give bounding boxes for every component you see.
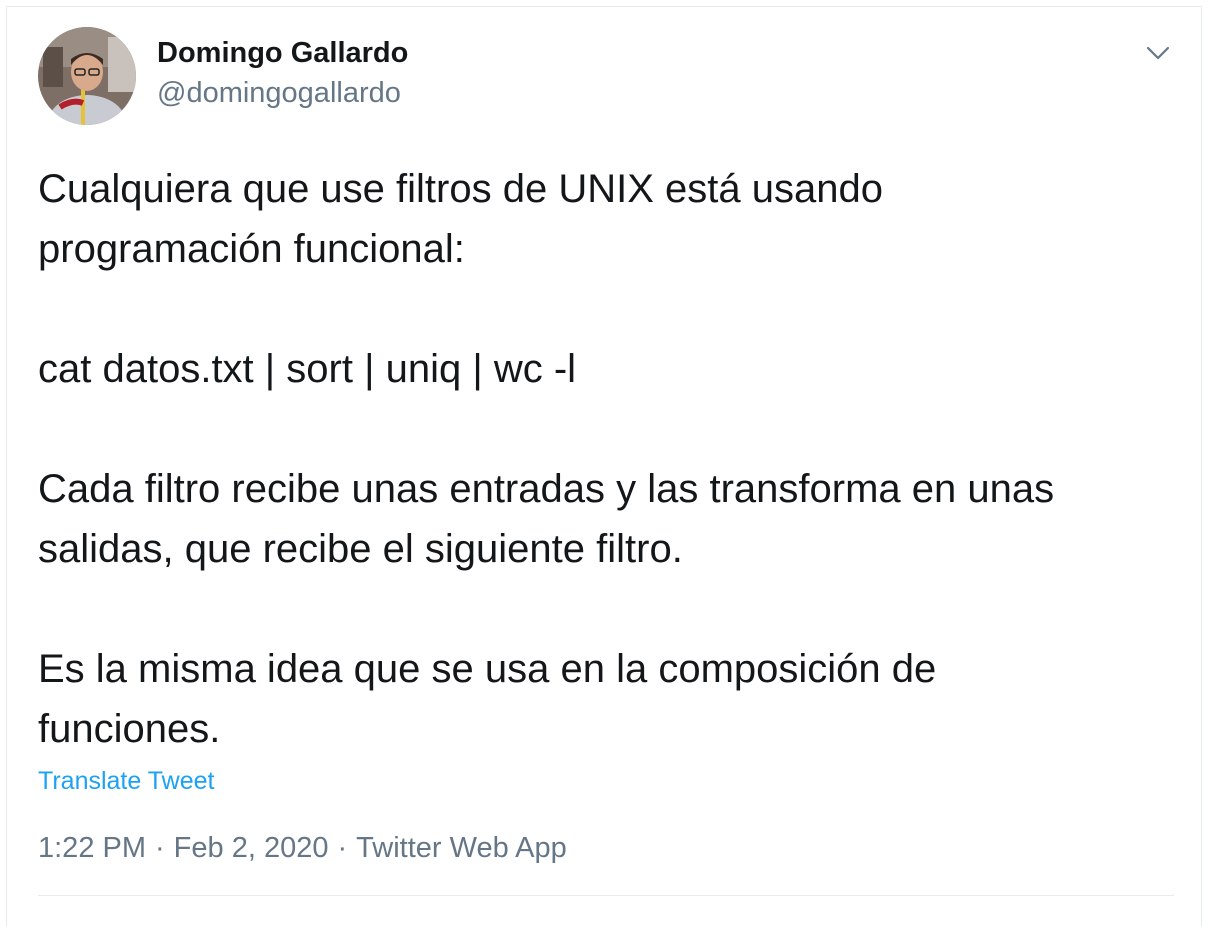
meta-separator: · — [155, 832, 165, 864]
tweet-metadata: 1:22 PM · Feb 2, 2020 · Twitter Web App — [38, 832, 567, 865]
translate-tweet-link[interactable]: Translate Tweet — [38, 767, 214, 796]
tweet-line: Es la misma idea que se usa en la compos… — [38, 647, 937, 691]
tweet-paragraph: cat datos.txt | sort | uniq | wc -l — [38, 339, 1178, 399]
tweet-time[interactable]: 1:22 PM — [38, 832, 146, 864]
meta-separator: · — [337, 832, 348, 864]
tweet-paragraph: Es la misma idea que se usa en la compos… — [38, 639, 1178, 759]
author-handle[interactable]: @domingogallardo — [157, 77, 401, 110]
tweet-paragraph: Cada filtro recibe unas entradas y las t… — [38, 459, 1178, 579]
tweet-line: Cualquiera que use filtros de UNIX está … — [38, 167, 883, 211]
tweet-card: Domingo Gallardo @domingogallardo Cualqu… — [6, 6, 1202, 926]
author-name[interactable]: Domingo Gallardo — [157, 37, 408, 70]
divider — [38, 895, 1174, 896]
tweet-text: Cualquiera que use filtros de UNIX está … — [38, 159, 1178, 759]
avatar[interactable] — [38, 27, 136, 125]
avatar-photo — [38, 27, 136, 125]
chevron-down-icon[interactable] — [1142, 37, 1174, 69]
tweet-line: Cada filtro recibe unas entradas y las t… — [38, 467, 1055, 511]
tweet-paragraph: Cualquiera que use filtros de UNIX está … — [38, 159, 1178, 279]
tweet-source[interactable]: Twitter Web App — [356, 832, 567, 864]
tweet-line: funciones. — [38, 707, 221, 751]
tweet-line: cat datos.txt | sort | uniq | wc -l — [38, 347, 577, 391]
tweet-line: programación funcional: — [38, 227, 465, 271]
tweet-date[interactable]: Feb 2, 2020 — [174, 832, 329, 864]
tweet-line: salidas, que recibe el siguiente filtro. — [38, 527, 683, 571]
